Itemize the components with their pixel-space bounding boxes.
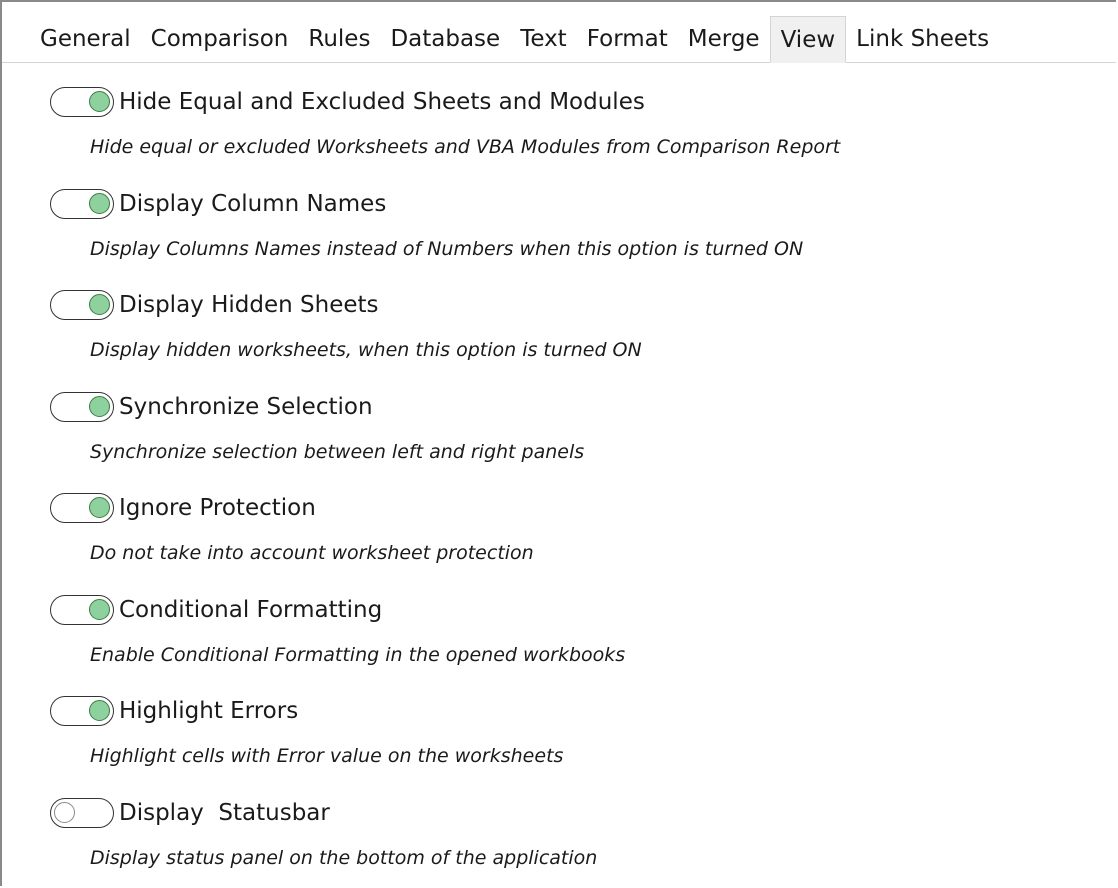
toggle-switch[interactable] — [50, 493, 114, 523]
option-label: Synchronize Selection — [119, 393, 373, 420]
toggle-switch[interactable] — [50, 290, 114, 320]
option-description: Hide equal or excluded Worksheets and VB… — [90, 136, 841, 158]
tab-link-sheets[interactable]: Link Sheets — [846, 16, 999, 62]
tab-database[interactable]: Database — [380, 16, 510, 62]
tab-rules[interactable]: Rules — [298, 16, 380, 62]
option-description: Synchronize selection between left and r… — [90, 440, 585, 463]
toggle-knob — [54, 801, 75, 823]
toggle-knob — [89, 497, 110, 518]
toggle-knob — [89, 91, 110, 112]
toggle-knob — [89, 294, 110, 315]
option-description: Do not take into account worksheet prote… — [90, 542, 534, 564]
option-label: Display Column Names — [119, 190, 387, 217]
option-label: Display Hidden Sheets — [119, 292, 379, 318]
tab-text[interactable]: Text — [510, 16, 577, 62]
option-description: Display status panel on the bottom of th… — [90, 846, 598, 869]
option-display-column-names: Display Column Names Display Columns Nam… — [50, 182, 1110, 284]
option-label: Hide Equal and Excluded Sheets and Modul… — [119, 89, 645, 115]
option-ignore-protection: Ignore Protection Do not take into accou… — [50, 486, 1110, 588]
option-description: Display Columns Names instead of Numbers… — [90, 237, 804, 260]
option-label: Display Statusbar — [119, 799, 330, 826]
tab-comparison[interactable]: Comparison — [141, 16, 299, 62]
tab-general[interactable]: General — [2, 16, 141, 62]
view-settings-panel: General Comparison Rules Database Text F… — [0, 0, 1116, 886]
option-label: Highlight Errors — [119, 698, 299, 724]
option-highlight-errors: Highlight Errors Highlight cells with Er… — [50, 689, 1110, 791]
option-hide-equal-excluded: Hide Equal and Excluded Sheets and Modul… — [50, 80, 1110, 182]
toggle-switch[interactable] — [50, 188, 114, 219]
tab-view[interactable]: View — [769, 16, 847, 63]
tab-format[interactable]: Format — [577, 16, 678, 62]
toggle-knob — [89, 598, 110, 620]
option-conditional-formatting: Conditional Formatting Enable Conditiona… — [50, 588, 1110, 690]
tab-bar: General Comparison Rules Database Text F… — [2, 16, 1116, 63]
option-display-hidden-sheets: Display Hidden Sheets Display hidden wor… — [50, 283, 1110, 385]
option-synchronize-selection: Synchronize Selection Synchronize select… — [50, 385, 1110, 487]
toggle-knob — [89, 700, 110, 721]
toggle-switch[interactable] — [50, 391, 114, 422]
option-label: Ignore Protection — [119, 495, 316, 521]
toggle-switch[interactable] — [50, 594, 114, 625]
option-display-statusbar: Display Statusbar Display status panel o… — [50, 791, 1110, 887]
option-description: Display hidden worksheets, when this opt… — [90, 339, 642, 361]
toggle-knob — [89, 192, 110, 214]
toggle-switch[interactable] — [50, 87, 114, 117]
toggle-switch[interactable] — [50, 797, 114, 828]
tab-merge[interactable]: Merge — [678, 16, 770, 62]
options-list: Hide Equal and Excluded Sheets and Modul… — [50, 80, 1110, 886]
toggle-knob — [89, 395, 110, 417]
option-description: Highlight cells with Error value on the … — [90, 745, 564, 767]
option-description: Enable Conditional Formatting in the ope… — [90, 643, 626, 666]
toggle-switch[interactable] — [50, 696, 114, 726]
option-label: Conditional Formatting — [119, 596, 383, 623]
